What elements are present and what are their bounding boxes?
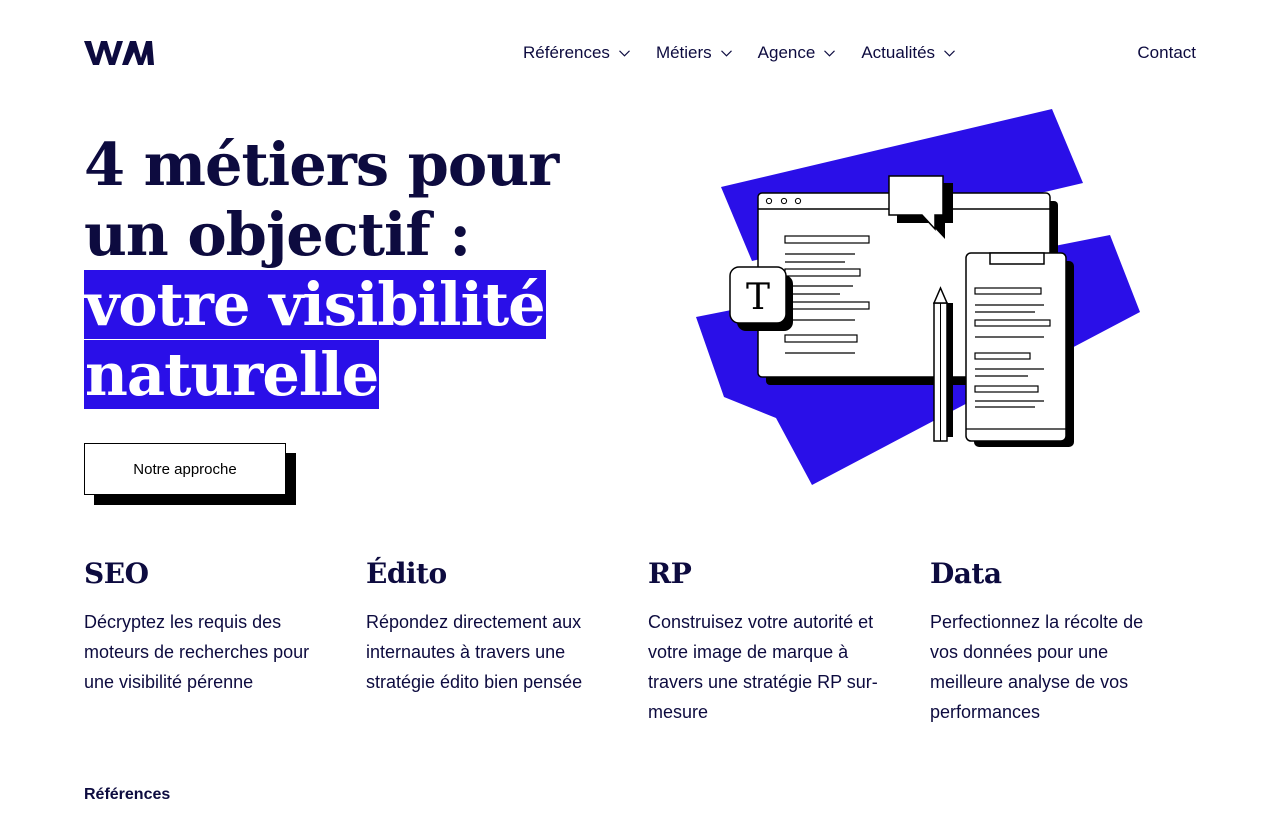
svg-text:T: T xyxy=(746,277,770,318)
nav-item-actualites[interactable]: Actualités xyxy=(861,43,955,63)
nav-item-references[interactable]: Références xyxy=(523,43,630,63)
chevron-down-icon xyxy=(619,49,630,57)
service-title: Édito xyxy=(366,557,447,590)
service-title: RP xyxy=(648,557,692,590)
service-description: Décryptez les requis des moteurs de rech… xyxy=(84,612,310,692)
service-edito: Édito Répondez directement aux internaut… xyxy=(366,555,606,697)
service-data: Data Perfectionnez la récolte de vos don… xyxy=(930,555,1170,727)
pencil-icon xyxy=(932,286,953,442)
nav-item-agence[interactable]: Agence xyxy=(758,43,836,63)
nav-item-label: Références xyxy=(523,43,610,62)
text-t-icon: T xyxy=(729,266,793,331)
chevron-down-icon xyxy=(944,49,955,57)
service-rp: RP Construisez votre autorité et votre i… xyxy=(648,555,888,727)
notre-approche-button[interactable]: Notre approche xyxy=(84,443,286,495)
hero-title-line: un objectif : xyxy=(84,200,471,269)
nav-item-label: Métiers xyxy=(655,43,712,62)
hero-illustration: T xyxy=(696,109,1140,485)
chevron-down-icon xyxy=(824,49,836,57)
hero-title-line: 4 métiers pour xyxy=(84,130,559,199)
service-description: Répondez directement aux internautes à t… xyxy=(366,612,583,692)
hero-title-highlight: votre visibilité xyxy=(84,270,546,339)
nav-item-metiers[interactable]: Métiers xyxy=(656,43,732,63)
chevron-down-icon xyxy=(720,49,732,57)
nav-item-label: Agence xyxy=(757,43,816,62)
service-seo: SEO Décryptez les requis des moteurs de … xyxy=(84,555,324,697)
service-description: Construisez votre autorité et votre imag… xyxy=(648,612,878,722)
service-title: SEO xyxy=(84,557,149,590)
cta-wrapper: Notre approche xyxy=(84,443,296,505)
contact-link[interactable]: Contact xyxy=(1137,41,1196,65)
nav-item-label: Actualités xyxy=(861,43,936,62)
service-title: Data xyxy=(930,557,1002,590)
references-section-label: Références xyxy=(84,786,171,803)
hero-title: 4 métiers pour un objectif : votre visib… xyxy=(84,130,559,410)
service-description: Perfectionnez la récolte de vos données … xyxy=(930,612,1144,722)
wam-logo-icon[interactable] xyxy=(84,41,154,65)
main-nav: Références Métiers Agence Actualités xyxy=(523,41,981,65)
clipboard-icon xyxy=(965,252,1074,447)
hero-title-highlight: naturelle xyxy=(84,340,379,409)
